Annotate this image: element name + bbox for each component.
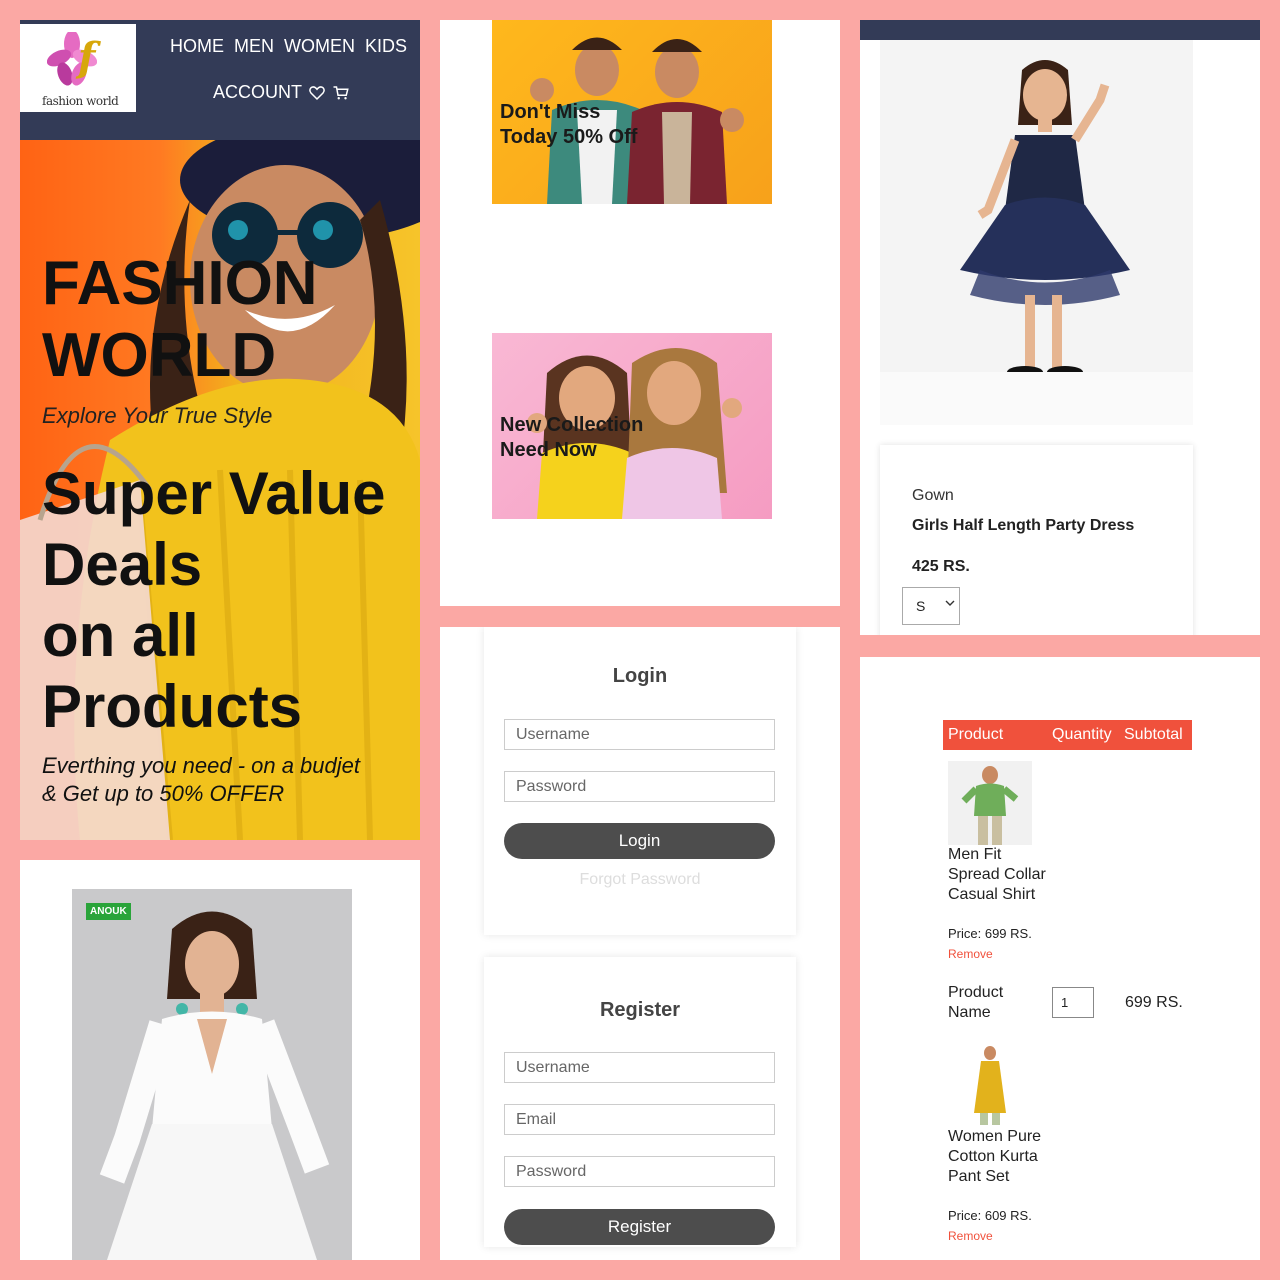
product-image-footer [880, 372, 1193, 425]
cart-subtotal: 699 RS. [1125, 994, 1183, 1011]
hero-panel: f fashion world HOME MEN WOMEN KIDS ACCO… [20, 20, 420, 840]
register-title: Register [599, 999, 681, 1021]
top-navbar: f fashion world HOME MEN WOMEN KIDS ACCO… [20, 20, 420, 140]
dress-image[interactable]: ANOUK [72, 889, 352, 1260]
login-username-placeholder: Username [516, 726, 590, 743]
cart-header-quantity: Quantity [1052, 726, 1112, 743]
brand-logo[interactable]: f fashion world [20, 24, 136, 112]
promo-banner-sale[interactable]: Don't Miss Today 50% Off [492, 20, 772, 204]
product-name: Girls Half Length Party Dress [912, 517, 1135, 534]
cart-item-price: Price: 699 RS. [948, 926, 1032, 941]
quantity-value: 1 [1061, 995, 1069, 1010]
product-image[interactable] [880, 40, 1193, 392]
login-password-input[interactable]: Password [504, 771, 775, 802]
promo-banner-collection[interactable]: New Collection Need Now [492, 333, 772, 519]
nav-men[interactable]: MEN [234, 36, 274, 56]
heart-icon[interactable] [308, 84, 326, 102]
cart-item-remove-link[interactable]: Remove [948, 1229, 993, 1243]
login-card: Login Username Password Login Forgot Pas… [484, 627, 796, 935]
brand-badge: ANOUK [86, 903, 131, 920]
men-shirt-photo [961, 766, 1019, 845]
forgot-password-link[interactable]: Forgot Password [484, 871, 796, 889]
nav-account[interactable]: ACCOUNT [213, 82, 302, 103]
nav-account-row: ACCOUNT [213, 82, 350, 103]
logo-letter: f [78, 34, 96, 81]
logo-text: fashion world [42, 94, 119, 108]
girl-dress-photo [960, 60, 1130, 378]
register-email-input[interactable]: Email [504, 1104, 775, 1135]
cart-header-product: Product [948, 726, 1004, 743]
size-select[interactable]: S [902, 587, 960, 625]
nav-kids[interactable]: KIDS [365, 36, 407, 56]
chevron-down-icon [945, 600, 955, 606]
cart-item-name: Women Pure Cotton Kurta Pant Set [948, 1128, 1042, 1185]
hero-footer-text: Everthing you need - on a budjet & Get u… [42, 753, 361, 806]
auth-panel: Login Username Password Login Forgot Pas… [440, 627, 840, 1260]
women-kurta-photo [974, 1046, 1006, 1125]
register-email-placeholder: Email [516, 1111, 557, 1128]
hero-tagline: Explore Your True Style [42, 403, 273, 428]
white-dress-photo [99, 911, 330, 1260]
product-category: Gown [912, 487, 954, 504]
register-card: Register Username Email Password Registe… [484, 957, 796, 1247]
hero-headline: Super Value Deals on all Products [42, 460, 386, 740]
login-title: Login [612, 665, 668, 687]
cart-item-price: Price: 609 RS. [948, 1208, 1032, 1223]
promo-panel: Don't Miss Today 50% Off New Collection … [440, 20, 840, 606]
register-button[interactable]: Register [504, 1209, 775, 1245]
product-price: 425 RS. [912, 558, 970, 575]
register-username-input[interactable]: Username [504, 1052, 775, 1083]
hero-title: FASHION WORLD [42, 249, 318, 390]
size-select-value: S [916, 598, 926, 614]
cart-header-subtotal: Subtotal [1124, 726, 1183, 743]
nav-home[interactable]: HOME [170, 36, 224, 56]
cart-item-thumbnail[interactable] [948, 761, 1032, 845]
login-password-placeholder: Password [516, 778, 587, 795]
cart-item-remove-link[interactable]: Remove [948, 947, 993, 961]
product-header-bar [860, 20, 1260, 40]
nav-women[interactable]: WOMEN [284, 36, 355, 56]
product-detail-panel: Gown Girls Half Length Party Dress 425 R… [860, 20, 1260, 635]
quantity-input[interactable]: 1 [1052, 987, 1094, 1018]
cart-icon[interactable] [332, 84, 350, 102]
register-password-placeholder: Password [516, 1163, 587, 1180]
register-password-input[interactable]: Password [504, 1156, 775, 1187]
cart-table-header: Product Quantity Subtotal [943, 720, 1192, 750]
cart-item-thumbnail[interactable] [948, 1043, 1032, 1127]
register-username-placeholder: Username [516, 1059, 590, 1076]
cart-row-label: Product Name [948, 984, 1004, 1021]
promo-collection-text: New Collection Need Now [500, 414, 644, 461]
promo-sale-text: Don't Miss Today 50% Off [500, 101, 638, 148]
product-info-card: Gown Girls Half Length Party Dress 425 R… [880, 445, 1193, 635]
nav-links: HOME MEN WOMEN KIDS [170, 36, 412, 57]
login-username-input[interactable]: Username [504, 719, 775, 750]
cart-panel: Product Quantity Subtotal Men Fit Spread… [860, 657, 1260, 1260]
cart-item-name: Men Fit Spread Collar Casual Shirt [948, 846, 1046, 903]
dress-panel: ANOUK [20, 860, 420, 1260]
login-button[interactable]: Login [504, 823, 775, 859]
